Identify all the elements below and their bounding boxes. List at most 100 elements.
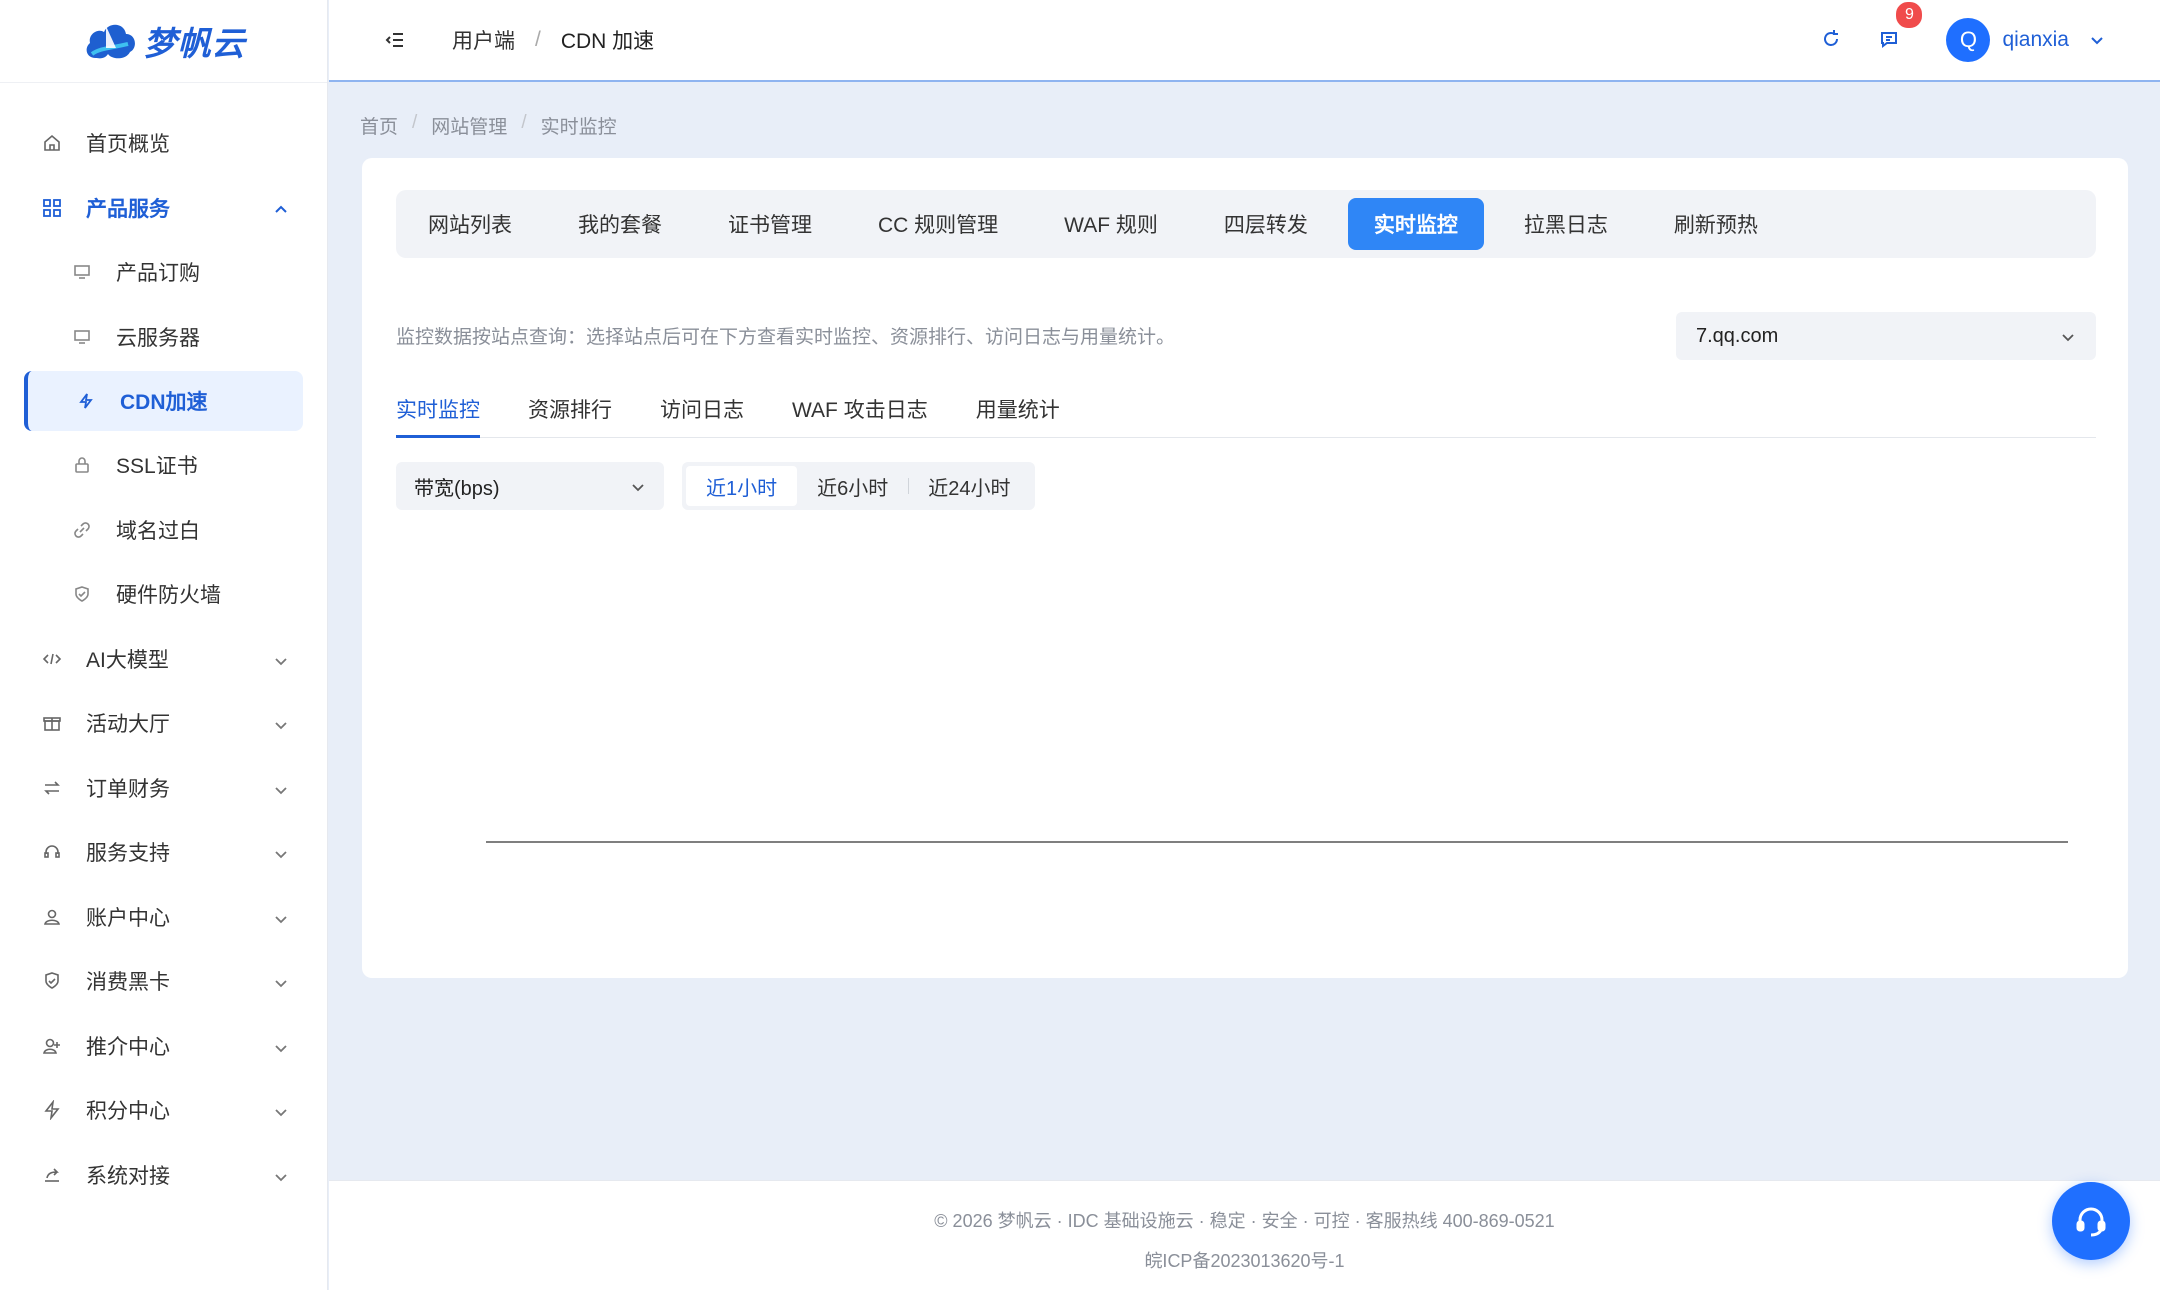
lightning-icon <box>76 391 96 411</box>
sidebar-item-label: 云服务器 <box>116 326 200 350</box>
menu-fold-icon[interactable] <box>384 29 406 51</box>
query-hint: 监控数据按站点查询：选择站点后可在下方查看实时监控、资源排行、访问日志与用量统计… <box>396 327 1176 348</box>
user-plus-icon <box>42 1036 62 1056</box>
site-select[interactable]: 7.qq.com <box>1676 312 2096 360</box>
chevron-down-icon <box>273 1102 289 1118</box>
link-icon <box>72 520 92 540</box>
lightning-icon <box>42 1100 62 1121</box>
header-crumb-current: CDN 加速 <box>560 30 655 53</box>
sidebar-item-home[interactable]: 首页概览 <box>0 111 327 176</box>
tab-certificates[interactable]: 证书管理 <box>702 198 838 250</box>
subtab-access-log[interactable]: 访问日志 <box>660 394 744 438</box>
header-crumb-root[interactable]: 用户端 <box>452 25 515 55</box>
chevron-down-icon <box>2060 328 2076 344</box>
sidebar-group-label: 活动大厅 <box>86 713 170 737</box>
subtab-resource-rank[interactable]: 资源排行 <box>528 394 612 438</box>
refresh-icon[interactable] <box>1820 28 1844 52</box>
sidebar-group-label: 消费黑卡 <box>86 971 170 995</box>
brand-logo[interactable]: 梦帆云 <box>0 0 327 83</box>
site-select-value: 7.qq.com <box>1696 324 1779 347</box>
sidebar-item-label: SSL证书 <box>116 455 198 479</box>
sidebar-group-products[interactable]: 产品服务 <box>0 176 327 241</box>
sidebar-group-black-card[interactable]: 消费黑卡 <box>0 949 327 1014</box>
range-6h[interactable]: 近6小时 <box>797 466 908 506</box>
footer-icp[interactable]: 皖ICP备2023013620号-1 <box>329 1247 2160 1273</box>
breadcrumb-item[interactable]: 网站管理 <box>431 112 507 139</box>
footer: © 2026 梦帆云 · IDC 基础设施云 · 稳定 · 安全 · 可控 · … <box>329 1180 2160 1290</box>
monitor-subtabs: 实时监控 资源排行 访问日志 WAF 攻击日志 用量统计 <box>396 394 2096 438</box>
tab-my-plan[interactable]: 我的套餐 <box>552 198 688 250</box>
customer-support-button[interactable] <box>2052 1182 2130 1260</box>
chevron-up-icon <box>273 200 289 216</box>
sidebar-menu: 首页概览 产品服务 产品订购 云服务器 CDN加速 SSL证书 域名过白 硬件防… <box>0 83 327 1207</box>
sidebar-group-points[interactable]: 积分中心 <box>0 1078 327 1143</box>
tab-l4-forward[interactable]: 四层转发 <box>1198 198 1334 250</box>
sidebar-item-label: 首页概览 <box>86 133 170 157</box>
sidebar-item-ssl[interactable]: SSL证书 <box>0 433 327 498</box>
chevron-down-icon <box>273 844 289 860</box>
chevron-down-icon <box>273 1167 289 1183</box>
message-icon[interactable]: 9 <box>1878 0 1925 52</box>
sidebar-group-support[interactable]: 服务支持 <box>0 820 327 885</box>
tab-site-list[interactable]: 网站列表 <box>402 198 538 250</box>
notification-badge: 9 <box>1894 0 1925 30</box>
sidebar-group-integration[interactable]: 系统对接 <box>0 1143 327 1208</box>
brand-name: 梦帆云 <box>143 25 246 62</box>
subtab-usage-stats[interactable]: 用量统计 <box>976 394 1060 438</box>
range-24h[interactable]: 近24小时 <box>908 466 1030 506</box>
monitor-icon <box>72 262 92 282</box>
sidebar-group-label: 系统对接 <box>86 1164 170 1188</box>
sidebar-item-cloud-server[interactable]: 云服务器 <box>0 305 327 370</box>
metric-select[interactable]: 带宽(bps) <box>396 462 664 510</box>
subtab-waf-attack-log[interactable]: WAF 攻击日志 <box>792 394 928 438</box>
gift-icon <box>42 713 62 733</box>
sidebar-group-ai[interactable]: AI大模型 <box>0 627 327 692</box>
headset-icon <box>2076 1207 2106 1237</box>
sidebar-item-product-order[interactable]: 产品订购 <box>0 240 327 305</box>
sidebar-group-account[interactable]: 账户中心 <box>0 885 327 950</box>
breadcrumb-separator: / <box>412 112 418 133</box>
sidebar-group-label: 服务支持 <box>86 842 170 866</box>
chevron-down-icon[interactable] <box>2089 32 2105 48</box>
sidebar: 梦帆云 首页概览 产品服务 产品订购 云服务器 CDN加速 SSL证书 域名过白… <box>0 0 328 1290</box>
top-header: 用户端 / CDN 加速 9 Q qianxia <box>329 0 2160 82</box>
sidebar-group-label: 产品服务 <box>86 197 170 221</box>
code-icon <box>42 649 62 669</box>
username[interactable]: qianxia <box>2002 28 2069 52</box>
sidebar-group-label: 积分中心 <box>86 1100 170 1124</box>
avatar[interactable]: Q <box>1946 18 1991 62</box>
tab-realtime-monitor[interactable]: 实时监控 <box>1347 198 1484 250</box>
shield-check-icon <box>42 971 62 991</box>
subtab-realtime[interactable]: 实时监控 <box>396 394 480 438</box>
bandwidth-chart <box>486 841 2068 843</box>
time-range-group: 近1小时 近6小时 近24小时 <box>682 462 1035 510</box>
chevron-down-icon <box>630 478 646 494</box>
tab-waf-rules[interactable]: WAF 规则 <box>1038 198 1184 250</box>
tab-blacklist-log[interactable]: 拉黑日志 <box>1498 198 1634 250</box>
sidebar-group-referral[interactable]: 推介中心 <box>0 1014 327 1079</box>
home-icon <box>42 133 62 153</box>
tab-refresh-preheat[interactable]: 刷新预热 <box>1648 198 1784 250</box>
sidebar-group-label: 订单财务 <box>86 777 170 801</box>
sidebar-item-cdn[interactable]: CDN加速 <box>24 371 303 431</box>
lock-icon <box>72 455 92 475</box>
breadcrumb: 首页 / 网站管理 / 实时监控 <box>360 112 617 139</box>
sidebar-item-label: 产品订购 <box>116 262 200 286</box>
range-1h[interactable]: 近1小时 <box>686 466 798 506</box>
breadcrumb-item[interactable]: 首页 <box>360 112 398 139</box>
sidebar-item-firewall[interactable]: 硬件防火墙 <box>0 562 327 627</box>
chevron-down-icon <box>273 973 289 989</box>
tab-cc-rules[interactable]: CC 规则管理 <box>852 198 1024 250</box>
sidebar-group-orders[interactable]: 订单财务 <box>0 756 327 821</box>
chevron-down-icon <box>273 909 289 925</box>
sidebar-item-domain-whitelist[interactable]: 域名过白 <box>0 498 327 563</box>
user-icon <box>42 907 62 927</box>
main-tabbar: 网站列表 我的套餐 证书管理 CC 规则管理 WAF 规则 四层转发 实时监控 … <box>396 190 2096 258</box>
breadcrumb-item: 实时监控 <box>540 117 617 138</box>
share-icon <box>42 1165 62 1185</box>
metric-select-value: 带宽(bps) <box>414 477 500 500</box>
chevron-down-icon <box>273 1038 289 1054</box>
swap-icon <box>42 778 62 798</box>
chevron-down-icon <box>273 715 289 731</box>
sidebar-group-activity[interactable]: 活动大厅 <box>0 691 327 756</box>
